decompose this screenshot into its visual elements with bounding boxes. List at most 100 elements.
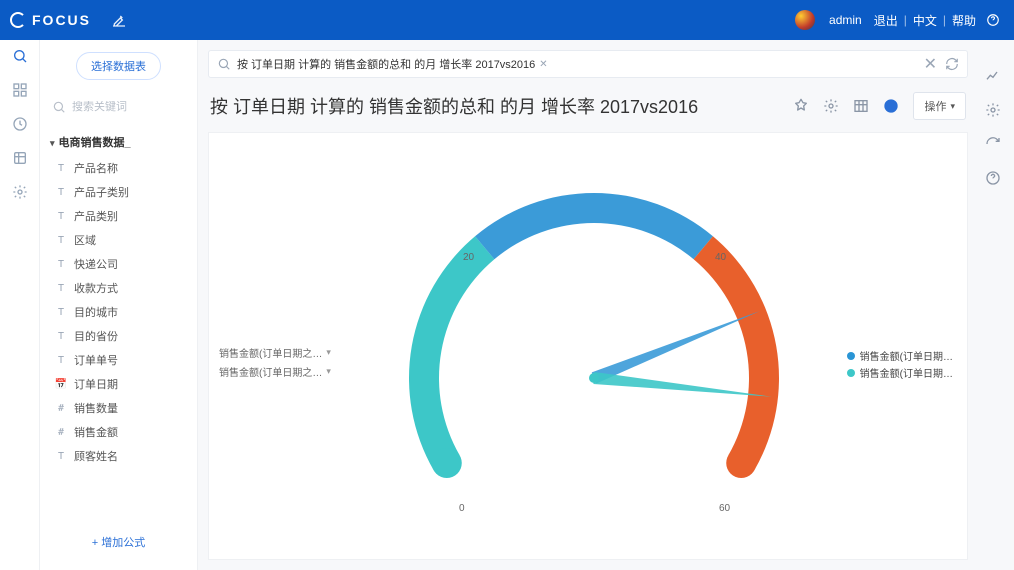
tick-0: 0 (459, 503, 465, 514)
field-label: 收款方式 (74, 280, 118, 296)
table-icon[interactable] (853, 98, 869, 114)
field-item[interactable]: T 区域 (52, 228, 189, 252)
app-logo: FOCUS (10, 12, 91, 28)
field-item[interactable]: T产品子类别 (52, 180, 189, 204)
gear-icon[interactable] (12, 184, 28, 200)
field-label: 目的省份 (74, 328, 118, 344)
right-rail (972, 40, 1014, 570)
dashboard-icon[interactable] (12, 82, 28, 98)
help-link[interactable]: 帮助 (952, 12, 976, 29)
field-item[interactable]: T 目的省份 (52, 324, 189, 348)
field-type-icon: T (54, 235, 68, 246)
logo-mark-icon (10, 12, 26, 28)
field-item[interactable]: # 销售数量 (52, 396, 189, 420)
select-table-button[interactable]: 选择数据表 (76, 52, 161, 80)
field-type-icon: T (54, 355, 68, 366)
field-type-icon: T (54, 211, 68, 222)
sidebar: 选择数据表 电商销售数据_ T产品名称T产品子类别T产品类别T区域T快递公司T收… (40, 40, 198, 570)
field-type-icon: T (54, 259, 68, 270)
chart-area: 0 20 40 60 销售金额(订单日期之… ▾ 销售金额(订单日期之… ▾ (208, 132, 968, 560)
field-item[interactable]: # 销售金额 (52, 420, 189, 444)
series-item[interactable]: 销售金额(订单日期之… ▾ (219, 362, 331, 381)
search-icon (217, 57, 231, 71)
refresh-icon[interactable] (985, 136, 1001, 152)
field-label: 销售数量 (74, 400, 118, 416)
field-type-icon: 📅 (54, 379, 68, 390)
field-type-icon: T (54, 331, 68, 342)
add-formula-button[interactable]: + 增加公式 (48, 516, 189, 558)
chart-icon[interactable] (883, 98, 899, 114)
query-bar[interactable]: 按 订单日期 计算的 销售金额的总和 的月 增长率 2017vs2016 ✕ ✕ (208, 50, 968, 78)
field-item[interactable]: T 快递公司 (52, 252, 189, 276)
refresh-icon[interactable] (945, 57, 959, 71)
field-type-icon: T (54, 307, 68, 318)
app-name: FOCUS (32, 12, 91, 28)
field-item[interactable]: T 产品类别 (52, 204, 189, 228)
search-icon[interactable] (12, 48, 28, 64)
line-chart-icon[interactable] (985, 68, 1001, 84)
field-item[interactable]: T 顾客姓名 (52, 444, 189, 468)
legend-item[interactable]: 销售金额(订单日期… (847, 347, 953, 364)
legend-dot-icon (847, 352, 855, 360)
field-label: 产品类别 (74, 208, 118, 224)
field-type-icon: T (54, 283, 68, 294)
field-item[interactable]: 📅 订单日期 (52, 372, 189, 396)
avatar[interactable] (795, 10, 815, 30)
field-label: 产品名称 (74, 160, 118, 176)
page-title: 按 订单日期 计算的 销售金额的总和 的月 增长率 2017vs2016 (210, 93, 793, 119)
field-type-icon: T (54, 451, 68, 462)
field-item[interactable]: T 订单单号 (52, 348, 189, 372)
field-search[interactable] (48, 94, 189, 120)
app-header: FOCUS admin 退出 | 中文 | 帮助 (0, 0, 1014, 40)
left-rail (0, 40, 40, 570)
field-label: 顾客姓名 (74, 448, 118, 464)
gear-icon[interactable] (823, 98, 839, 114)
field-type-icon: T (54, 187, 68, 198)
field-label: 区域 (74, 232, 96, 248)
gear-icon[interactable] (985, 102, 1001, 118)
field-type-icon: # (54, 403, 68, 414)
series-label: 销售金额(订单日期之… (219, 345, 322, 360)
field-label: 销售金额 (74, 424, 118, 440)
field-list: T产品名称T产品子类别T产品类别T区域T快递公司T收款方式T目的城市T目的省份T… (48, 156, 189, 468)
field-type-icon: T (54, 163, 68, 174)
field-item[interactable]: T 目的城市 (52, 300, 189, 324)
group-title[interactable]: 电商销售数据_ (48, 128, 189, 156)
legend: 销售金额(订单日期… 销售金额(订单日期… (847, 347, 953, 381)
clock-icon[interactable] (12, 116, 28, 132)
series-label: 销售金额(订单日期之… (219, 364, 322, 379)
field-label: 快递公司 (74, 256, 118, 272)
tick-20: 20 (463, 252, 474, 263)
field-item[interactable]: T 产品名称 (52, 156, 189, 180)
logout-link[interactable]: 退出 (874, 12, 898, 29)
legend-label: 销售金额(订单日期… (860, 348, 953, 363)
field-type-icon: # (54, 427, 68, 438)
help-icon[interactable] (985, 170, 1001, 186)
tick-60: 60 (719, 503, 730, 514)
field-label: 目的城市 (74, 304, 118, 320)
data-icon[interactable] (12, 150, 28, 166)
actions-button[interactable]: 操作 ▾ (913, 92, 966, 120)
pin-icon[interactable] (793, 98, 809, 114)
series-list: 销售金额(订单日期之… ▾ 销售金额(订单日期之… ▾ (219, 343, 331, 381)
chevron-down-icon: ▾ (950, 101, 955, 112)
chevron-down-icon: ▾ (326, 366, 331, 377)
lang-link[interactable]: 中文 (913, 12, 937, 29)
field-label: 订单单号 (74, 352, 118, 368)
field-item[interactable]: T 收款方式 (52, 276, 189, 300)
field-search-input[interactable] (72, 101, 185, 113)
query-chip[interactable]: 按 订单日期 计算的 销售金额的总和 的月 增长率 2017vs2016 ✕ (237, 56, 548, 72)
legend-item[interactable]: 销售金额(订单日期… (847, 364, 953, 381)
title-row: 按 订单日期 计算的 销售金额的总和 的月 增长率 2017vs2016 (208, 78, 972, 128)
tick-40: 40 (715, 252, 726, 263)
help-icon[interactable] (986, 13, 1000, 27)
field-label: 订单日期 (74, 376, 118, 392)
legend-dot-icon (847, 369, 855, 377)
clear-icon[interactable]: ✕ (924, 54, 937, 74)
edit-icon[interactable] (111, 12, 127, 28)
close-icon[interactable]: ✕ (539, 59, 547, 70)
user-name[interactable]: admin (829, 13, 862, 27)
legend-label: 销售金额(订单日期… (860, 365, 953, 380)
series-item[interactable]: 销售金额(订单日期之… ▾ (219, 343, 331, 362)
chevron-down-icon: ▾ (326, 347, 331, 358)
